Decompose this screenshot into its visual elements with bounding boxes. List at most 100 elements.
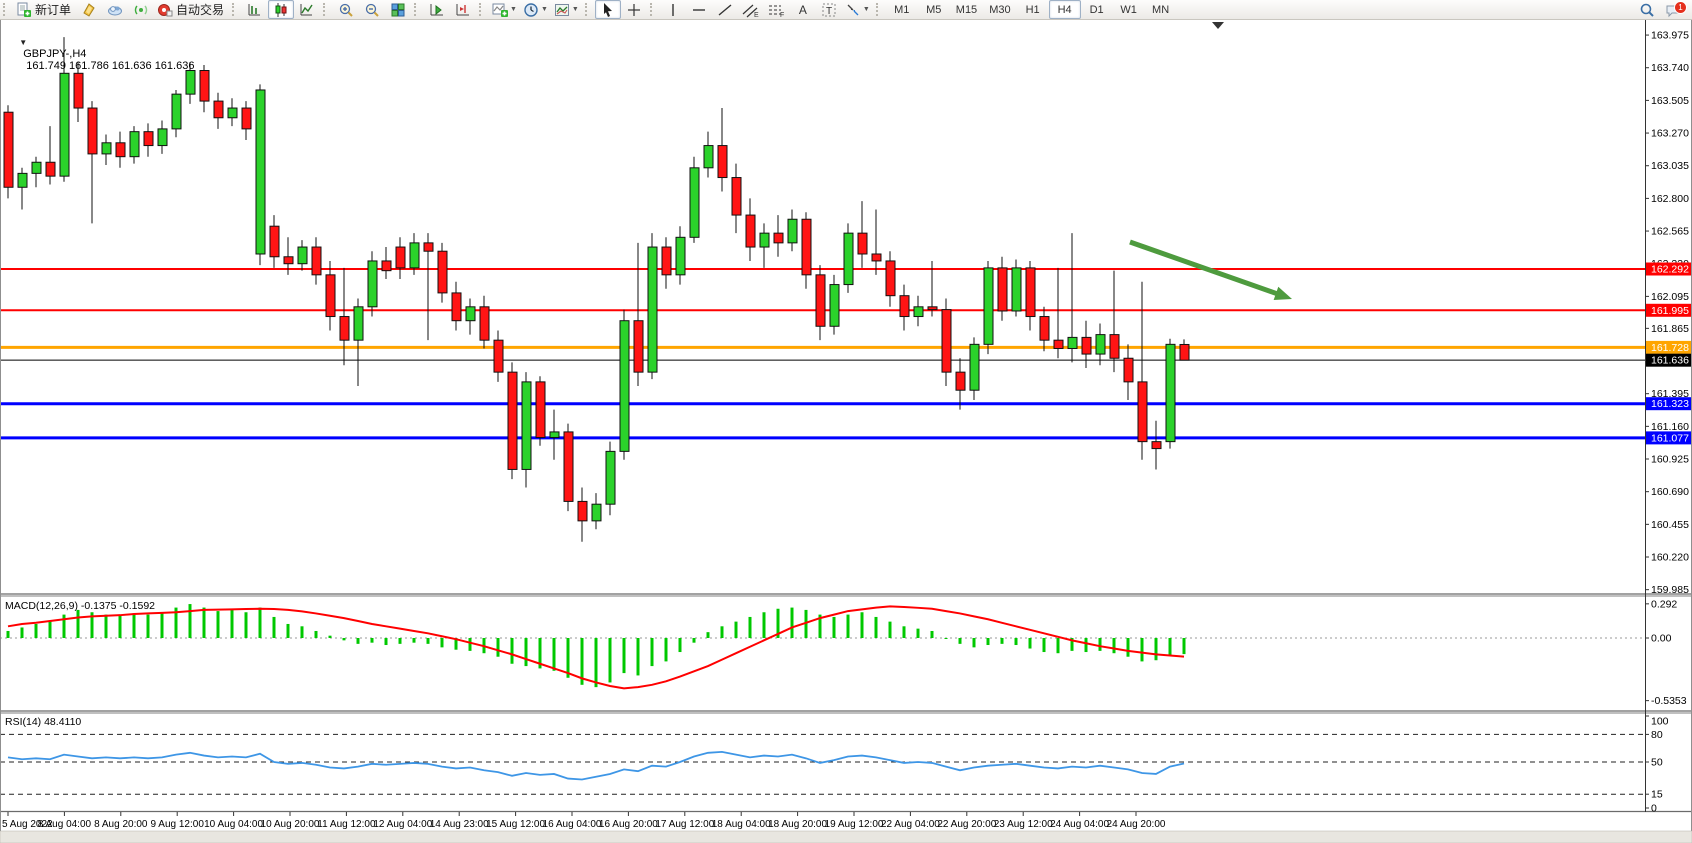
svg-text:161.323: 161.323: [1651, 398, 1689, 410]
notifications-button[interactable]: 1: [1660, 0, 1686, 19]
svg-text:16 Aug 20:00: 16 Aug 20:00: [599, 819, 658, 830]
chevron-down-icon: ▼: [510, 6, 517, 13]
candle-chart-button[interactable]: [268, 0, 294, 19]
toolbar-drag-handle[interactable]: [876, 3, 882, 16]
arrows-icon: [845, 2, 861, 18]
search-button[interactable]: [1634, 0, 1660, 19]
timeframe-w1-button[interactable]: W1: [1113, 0, 1145, 19]
svg-text:12 Aug 04:00: 12 Aug 04:00: [373, 819, 432, 830]
svg-text:8 Aug 04:00: 8 Aug 04:00: [38, 819, 92, 830]
toolbar-drag-handle[interactable]: [232, 3, 238, 16]
toolbar: 新订单: [0, 0, 1692, 20]
svg-text:161.077: 161.077: [1651, 432, 1689, 444]
notification-badge: 1: [1674, 1, 1687, 14]
toolbar-group-lines: E F A T: [647, 0, 873, 19]
tile-windows-button[interactable]: [385, 0, 411, 19]
toolbar-group-chart-type: [229, 0, 320, 19]
timeframe-mn-button[interactable]: MN: [1145, 0, 1177, 19]
price-label-161.636: 161.636: [1646, 354, 1691, 367]
toolbar-drag-handle[interactable]: [323, 3, 329, 16]
svg-text:160.455: 160.455: [1651, 519, 1689, 531]
bar-chart-icon: [247, 2, 263, 18]
trendline-icon: [717, 2, 733, 18]
trendline-button[interactable]: [712, 0, 738, 19]
svg-text:18 Aug 04:00: 18 Aug 04:00: [712, 819, 771, 830]
indicators-button[interactable]: ▼: [489, 0, 520, 19]
toolbar-group-scroll: [411, 0, 476, 19]
svg-text:F: F: [780, 12, 784, 18]
svg-text:162.292: 162.292: [1651, 264, 1689, 276]
quotes-button[interactable]: [76, 0, 102, 19]
periods-button[interactable]: ▼: [520, 0, 551, 19]
new-order-label: 新订单: [35, 1, 71, 18]
auto-scroll-icon: [429, 2, 445, 18]
chart-title-bar: ▼ GBPJPY-,H4 161.749 161.786 161.636 161…: [7, 24, 194, 84]
autotrade-button[interactable]: 自动交易: [154, 0, 229, 19]
zoom-out-button[interactable]: [359, 0, 385, 19]
chart-shift-button[interactable]: [450, 0, 476, 19]
vertical-line-button[interactable]: [660, 0, 686, 19]
svg-text:0: 0: [1651, 803, 1657, 815]
horizontal-line-icon: [691, 2, 707, 18]
arrows-button[interactable]: ▼: [842, 0, 873, 19]
timeframe-h4-button[interactable]: H4: [1049, 0, 1081, 19]
line-chart-button[interactable]: [294, 0, 320, 19]
zoom-in-button[interactable]: [333, 0, 359, 19]
svg-text:163.270: 163.270: [1651, 128, 1689, 140]
chart-canvas[interactable]: 163.975163.740163.505163.270163.035162.8…: [0, 0, 1692, 843]
price-label-161.077: 161.077: [1646, 431, 1691, 444]
timeframe-m5-button[interactable]: M5: [918, 0, 950, 19]
toolbar-group-zoom: [320, 0, 411, 19]
svg-text:50: 50: [1651, 757, 1663, 769]
svg-text:162.800: 162.800: [1651, 193, 1689, 205]
svg-text:9 Aug 12:00: 9 Aug 12:00: [151, 819, 205, 830]
toolbar-group-trading: 新订单: [0, 0, 229, 19]
timeframe-m1-button[interactable]: M1: [886, 0, 918, 19]
chart-title: GBPJPY-,H4: [23, 48, 86, 60]
toolbar-group-objects: ▼ ▼ ▼: [476, 0, 582, 19]
indicators-icon: [492, 2, 508, 18]
crosshair-icon: [626, 2, 642, 18]
timeframe-d1-button[interactable]: D1: [1081, 0, 1113, 19]
svg-text:163.035: 163.035: [1651, 160, 1689, 172]
svg-text:161.728: 161.728: [1651, 342, 1689, 354]
toolbar-drag-handle[interactable]: [414, 3, 420, 16]
svg-text:161.995: 161.995: [1651, 305, 1689, 317]
horizontal-line-button[interactable]: [686, 0, 712, 19]
text-label-button[interactable]: T: [816, 0, 842, 19]
svg-text:14 Aug 23:00: 14 Aug 23:00: [430, 819, 489, 830]
toolbar-drag-handle[interactable]: [479, 3, 485, 16]
svg-text:22 Aug 04:00: 22 Aug 04:00: [881, 819, 940, 830]
toolbar-drag-handle[interactable]: [3, 3, 9, 16]
fibonacci-button[interactable]: F: [764, 0, 790, 19]
signals-button[interactable]: [128, 0, 154, 19]
community-cloud-icon: [107, 2, 123, 18]
bar-chart-button[interactable]: [242, 0, 268, 19]
zoom-in-icon: [338, 2, 354, 18]
toolbar-drag-handle[interactable]: [585, 3, 591, 16]
autotrade-label: 自动交易: [176, 1, 224, 18]
timeframe-h1-button[interactable]: H1: [1017, 0, 1049, 19]
auto-scroll-button[interactable]: [424, 0, 450, 19]
cursor-button[interactable]: [595, 0, 621, 19]
svg-text:22 Aug 20:00: 22 Aug 20:00: [937, 819, 996, 830]
new-order-button[interactable]: 新订单: [13, 0, 76, 19]
community-button[interactable]: [102, 0, 128, 19]
price-label-162.292: 162.292: [1646, 263, 1691, 276]
svg-text:24 Aug 04:00: 24 Aug 04:00: [1050, 819, 1109, 830]
templates-button[interactable]: ▼: [551, 0, 582, 19]
text-button[interactable]: A: [790, 0, 816, 19]
equidistant-channel-button[interactable]: E: [738, 0, 764, 19]
svg-text:100: 100: [1651, 716, 1669, 728]
svg-text:8 Aug 20:00: 8 Aug 20:00: [94, 819, 148, 830]
toolbar-group-cursor: [582, 0, 647, 19]
chart-collapse-arrow[interactable]: ▼: [19, 38, 27, 47]
vertical-line-icon: [666, 2, 680, 18]
crosshair-button[interactable]: [621, 0, 647, 19]
new-order-icon: [16, 2, 32, 18]
timeframe-m15-button[interactable]: M15: [950, 0, 983, 19]
svg-text:-0.5353: -0.5353: [1651, 695, 1687, 707]
svg-text:162.565: 162.565: [1651, 226, 1689, 238]
toolbar-drag-handle[interactable]: [650, 3, 656, 16]
timeframe-m30-button[interactable]: M30: [983, 0, 1016, 19]
